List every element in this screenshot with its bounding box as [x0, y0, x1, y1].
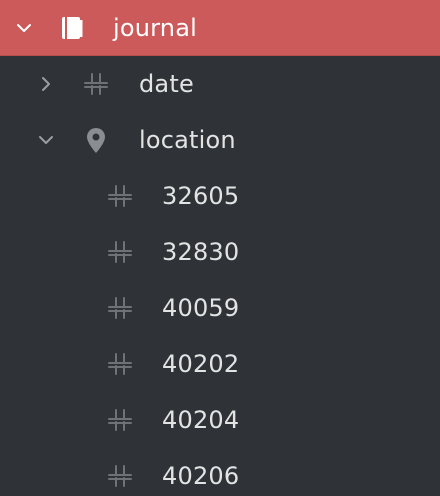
tree-item-leaf[interactable]: 32605 — [0, 168, 440, 224]
chevron-down-icon[interactable] — [37, 131, 55, 149]
tree-item-label: location — [139, 126, 236, 154]
tree-item-label: journal — [113, 14, 197, 42]
chevron-right-icon[interactable] — [37, 75, 55, 93]
field-icon — [106, 462, 134, 490]
collection-tree: journal date location 32605 32830 40059 … — [0, 0, 440, 496]
field-icon — [106, 182, 134, 210]
tree-item-leaf[interactable]: 40059 — [0, 280, 440, 336]
field-icon — [106, 238, 134, 266]
tree-item-journal[interactable]: journal — [0, 0, 440, 56]
tree-item-label: date — [139, 70, 194, 98]
chevron-down-icon[interactable] — [15, 19, 33, 37]
tree-item-label: 32830 — [162, 238, 240, 266]
notebook-icon — [58, 14, 86, 42]
tree-item-leaf[interactable]: 32830 — [0, 224, 440, 280]
field-icon — [106, 406, 134, 434]
tree-item-label: 40206 — [162, 462, 240, 490]
tree-item-label: 32605 — [162, 182, 240, 210]
field-icon — [106, 350, 134, 378]
tree-item-leaf[interactable]: 40204 — [0, 392, 440, 448]
tree-item-label: 40059 — [162, 294, 240, 322]
field-icon — [106, 294, 134, 322]
tree-item-date[interactable]: date — [0, 56, 440, 112]
tree-item-label: 40202 — [162, 350, 240, 378]
tree-item-leaf[interactable]: 40202 — [0, 336, 440, 392]
tree-item-leaf[interactable]: 40206 — [0, 448, 440, 496]
field-icon — [82, 70, 110, 98]
tree-item-location[interactable]: location — [0, 112, 440, 168]
tree-item-label: 40204 — [162, 406, 240, 434]
map-pin-icon — [82, 126, 110, 154]
